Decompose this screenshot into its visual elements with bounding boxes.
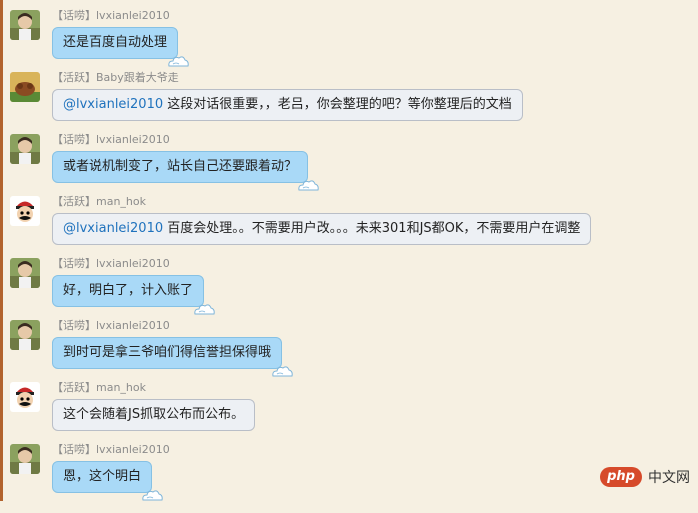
message-bubble: 到时可是拿三爷咱们得信誉担保得哦 (52, 337, 293, 377)
message-header: 【话唠】lvxianlei2010 (52, 441, 170, 457)
message-header: 【话唠】lvxianlei2010 (52, 131, 170, 147)
message-header: 【话唠】lvxianlei2010 (52, 7, 170, 23)
member-role-tag: 【话唠】 (52, 133, 96, 146)
user-avatar[interactable] (10, 10, 40, 40)
member-role-tag: 【活跃】 (52, 381, 96, 394)
cloud-icon (271, 359, 293, 377)
member-role-tag: 【话唠】 (52, 443, 96, 456)
message-text: 这个会随着JS抓取公布而公布。 (63, 407, 245, 422)
member-role-tag: 【话唠】 (52, 9, 96, 22)
watermark-text: 中文网 (648, 470, 690, 486)
user-avatar[interactable] (10, 258, 40, 288)
member-role-tag: 【活跃】 (52, 71, 96, 84)
message-text: 或者说机制变了，站长自己还要跟着动？ (63, 159, 298, 174)
cloud-icon (297, 173, 319, 191)
sender-name[interactable]: lvxianlei2010 (96, 133, 170, 146)
mention-link[interactable]: @lvxianlei2010 (63, 221, 163, 236)
message-text: 百度会处理。。不需要用户改。。。未来301和JS都OK，不需要用户在调整 (163, 221, 581, 236)
message-bubble: @lvxianlei2010 百度会处理。。不需要用户改。。。未来301和JS都… (52, 213, 592, 245)
message-header: 【话唠】lvxianlei2010 (52, 317, 170, 333)
sender-name[interactable]: lvxianlei2010 (96, 257, 170, 270)
message-bubble: 好，明白了，计入账了 (52, 275, 215, 315)
message-bubble: 还是百度自动处理 (52, 27, 189, 67)
sender-name[interactable]: man_hok (96, 381, 146, 394)
user-avatar[interactable] (10, 72, 40, 102)
message-header: 【活跃】man_hok (52, 379, 146, 395)
user-avatar[interactable] (10, 134, 40, 164)
sender-name[interactable]: Baby跟着大爷走 (96, 71, 179, 84)
message-header: 【活跃】man_hok (52, 193, 146, 209)
mention-link[interactable]: @lvxianlei2010 (63, 97, 163, 112)
message-header: 【活跃】Baby跟着大爷走 (52, 69, 179, 85)
sender-name[interactable]: man_hok (96, 195, 146, 208)
user-avatar[interactable] (10, 444, 40, 474)
user-avatar[interactable] (10, 196, 40, 226)
message-text: 到时可是拿三爷咱们得信誉担保得哦 (63, 345, 272, 360)
member-role-tag: 【话唠】 (52, 319, 96, 332)
sender-name[interactable]: lvxianlei2010 (96, 443, 170, 456)
message-text: 恩，这个明白 (63, 469, 142, 484)
window-left-edge (0, 0, 3, 501)
user-avatar[interactable] (10, 320, 40, 350)
member-role-tag: 【话唠】 (52, 257, 96, 270)
cloud-icon (193, 297, 215, 315)
message-text: 这段对话很重要，，老吕，你会整理的吧？等你整理后的文档 (163, 97, 512, 112)
cloud-icon (167, 49, 189, 67)
message-text: 好，明白了，计入账了 (63, 283, 194, 298)
watermark-logo: php (600, 467, 642, 487)
sender-name[interactable]: lvxianlei2010 (96, 9, 170, 22)
message-bubble: 这个会随着JS抓取公布而公布。 (52, 399, 256, 431)
message-bubble: 或者说机制变了，站长自己还要跟着动？ (52, 151, 319, 191)
user-avatar[interactable] (10, 382, 40, 412)
message-text: 还是百度自动处理 (63, 35, 168, 50)
cloud-icon (141, 483, 163, 501)
message-bubble: 恩，这个明白 (52, 461, 163, 501)
message-bubble: @lvxianlei2010 这段对话很重要，，老吕，你会整理的吧？等你整理后的… (52, 89, 523, 121)
sender-name[interactable]: lvxianlei2010 (96, 319, 170, 332)
member-role-tag: 【活跃】 (52, 195, 96, 208)
message-header: 【话唠】lvxianlei2010 (52, 255, 170, 271)
site-watermark: php 中文网 (600, 467, 690, 487)
